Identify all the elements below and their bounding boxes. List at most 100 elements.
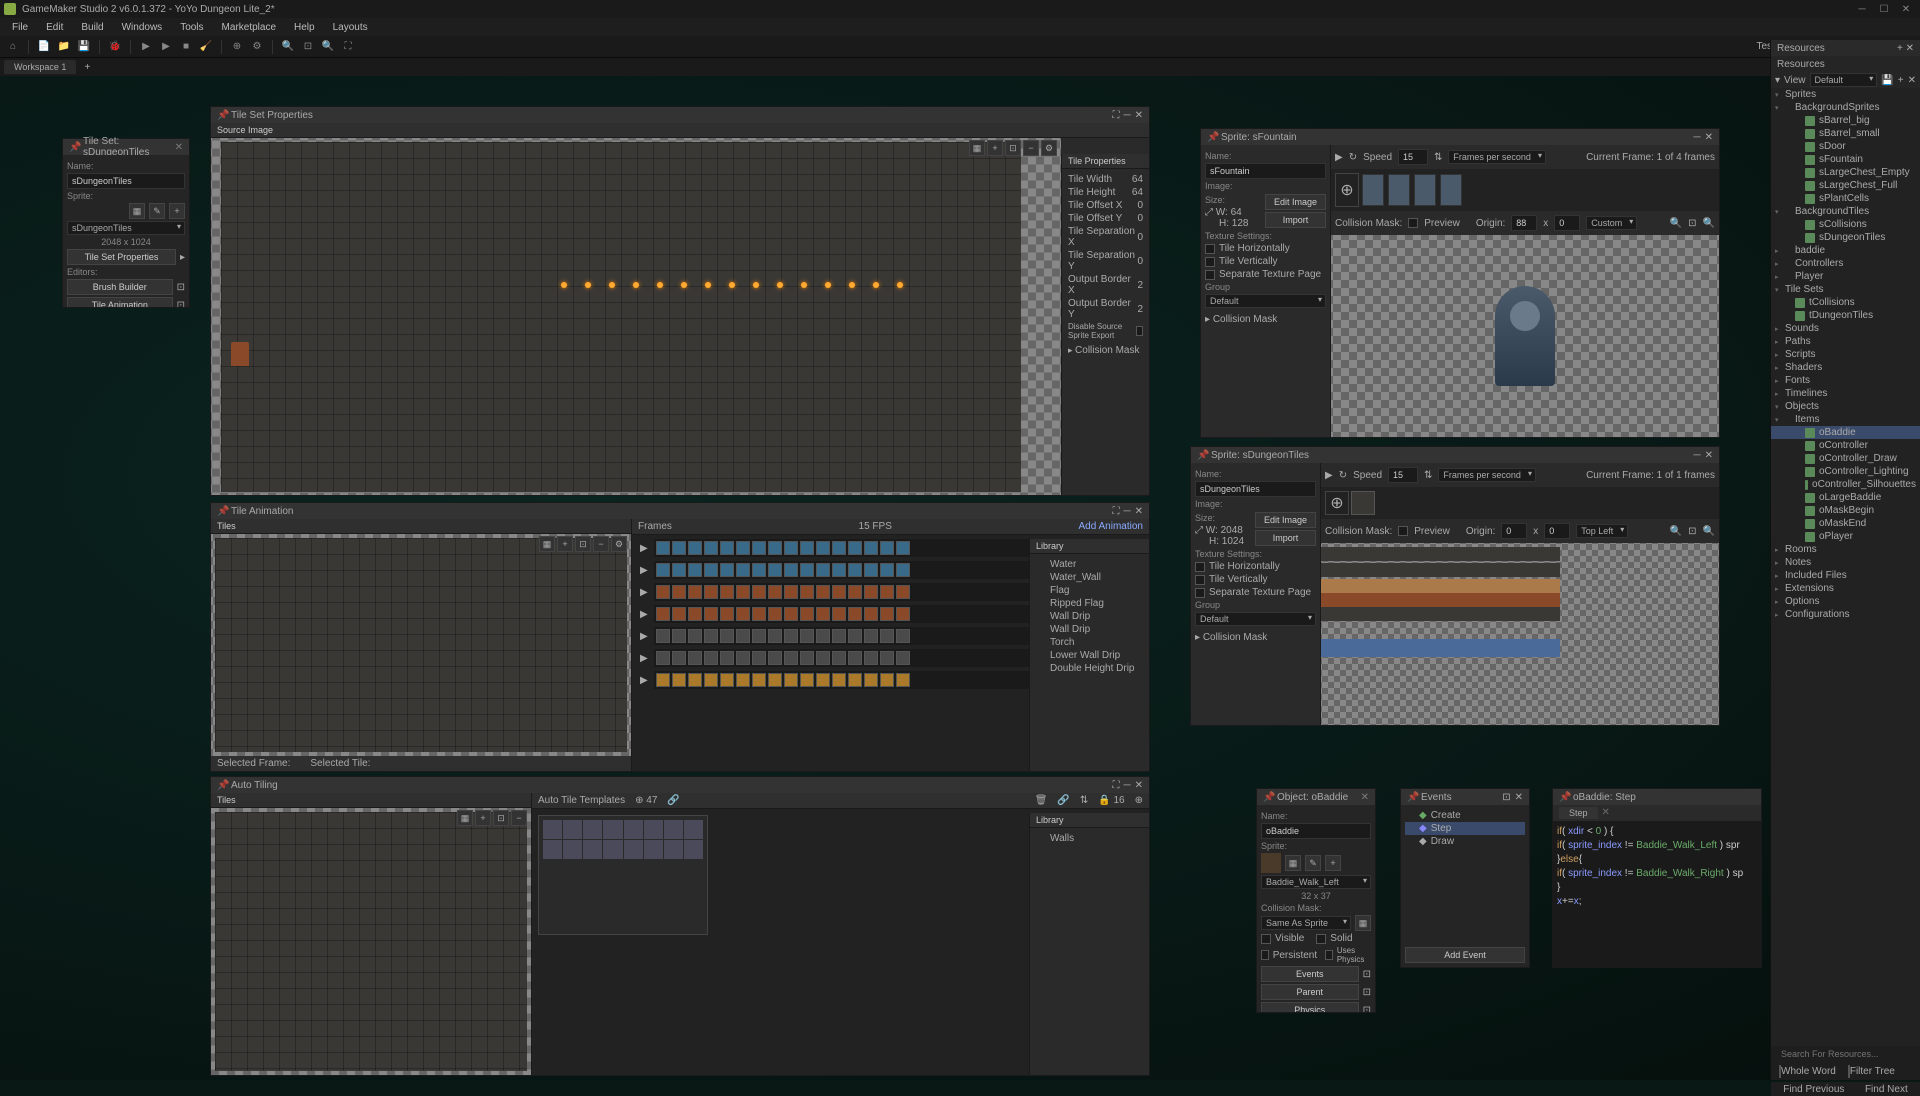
collapse-icon[interactable]: ▾ — [1775, 75, 1780, 86]
minimize-icon[interactable]: ─ — [1694, 450, 1701, 461]
menu-layouts[interactable]: Layouts — [325, 20, 376, 35]
pin-icon[interactable]: 📌 — [217, 506, 227, 516]
parent-button[interactable]: Parent — [1261, 984, 1359, 1000]
delete-view-icon[interactable]: ✕ — [1908, 75, 1916, 86]
resource-player[interactable]: Player — [1771, 270, 1920, 283]
close-button[interactable]: ✕ — [1896, 2, 1916, 16]
resource-sdungeontiles[interactable]: sDungeonTiles — [1771, 231, 1920, 244]
resource-included-files[interactable]: Included Files — [1771, 569, 1920, 582]
resource-sdoor[interactable]: sDoor — [1771, 140, 1920, 153]
resource-scollisions[interactable]: sCollisions — [1771, 218, 1920, 231]
minimize-icon[interactable]: ─ — [1124, 506, 1131, 517]
resource-slargechest_full[interactable]: sLargeChest_Full — [1771, 179, 1920, 192]
options-icon[interactable]: ⚙ — [611, 536, 627, 552]
speed-unit-dropdown[interactable]: Frames per second — [1438, 468, 1536, 482]
add-frame-icon[interactable]: ⊕ — [1335, 173, 1359, 207]
debug-play-icon[interactable]: ▶ — [157, 38, 175, 56]
options-icon[interactable]: ⚙ — [1041, 140, 1057, 156]
resource-backgroundtiles[interactable]: BackgroundTiles — [1771, 205, 1920, 218]
add-animation-button[interactable]: Add Animation — [1078, 521, 1143, 532]
link-icon[interactable]: ⊡ — [1363, 969, 1371, 980]
play-icon[interactable]: ▶ — [137, 38, 155, 56]
resource-obaddie[interactable]: oBaddie — [1771, 426, 1920, 439]
resource-sfountain[interactable]: sFountain — [1771, 153, 1920, 166]
preview-checkbox[interactable] — [1398, 526, 1408, 536]
name-input[interactable] — [1195, 481, 1316, 497]
resource-items[interactable]: Items — [1771, 413, 1920, 426]
pin-icon[interactable]: 📌 — [1263, 792, 1273, 802]
close-icon[interactable]: ✕ — [1135, 110, 1143, 121]
frame[interactable] — [1440, 174, 1462, 206]
spinner-icon[interactable]: ⇅ — [1434, 152, 1442, 163]
menu-file[interactable]: File — [4, 20, 36, 35]
expand-icon[interactable]: ⛶ — [1113, 110, 1120, 121]
link-icon[interactable]: ⊡ — [1363, 987, 1371, 998]
pin-icon[interactable]: 📌 — [1407, 792, 1417, 802]
frame[interactable] — [1414, 174, 1436, 206]
workspace[interactable]: 📌 Tile Set: sDungeonTiles ✕ Name: Sprite… — [0, 76, 1920, 1080]
sprite-select-icon[interactable]: ▦ — [129, 203, 145, 219]
prop-value[interactable]: 2 — [1137, 280, 1143, 291]
open-icon[interactable]: 📁 — [55, 38, 73, 56]
code-editor[interactable]: if( xdir < 0 ) { if( sprite_index != Bad… — [1553, 821, 1761, 967]
resource-controllers[interactable]: Controllers — [1771, 257, 1920, 270]
resource-slargechest_empty[interactable]: sLargeChest_Empty — [1771, 166, 1920, 179]
close-icon[interactable]: ✕ — [1361, 792, 1369, 803]
event-step[interactable]: ◆Step — [1405, 822, 1525, 835]
resource-tree[interactable]: SpritesBackgroundSpritessBarrel_bigsBarr… — [1771, 88, 1920, 1066]
zoom-out-icon[interactable]: − — [593, 536, 609, 552]
resource-olargebaddie[interactable]: oLargeBaddie — [1771, 491, 1920, 504]
menu-marketplace[interactable]: Marketplace — [214, 20, 284, 35]
prop-value[interactable]: 64 — [1132, 174, 1143, 185]
link2-icon[interactable]: 🔗 — [1057, 795, 1069, 806]
link-icon[interactable]: ⊡ — [177, 300, 185, 308]
workspace-tab-1[interactable]: Workspace 1 — [4, 60, 76, 74]
play-icon[interactable]: ▶ — [640, 587, 648, 598]
zoom-out-icon[interactable]: 🔍 — [1703, 526, 1715, 537]
physics-checkbox[interactable] — [1325, 950, 1333, 960]
collision-mask-section[interactable]: ▸ Collision Mask — [1068, 345, 1143, 356]
origin-x-input[interactable] — [1501, 523, 1527, 539]
new-icon[interactable]: 📄 — [35, 38, 53, 56]
edit-icon[interactable]: ✎ — [149, 203, 165, 219]
zoom-in-icon[interactable]: 🔍 — [1670, 526, 1682, 537]
spinner-icon[interactable]: ⇅ — [1424, 470, 1432, 481]
resource-ocontroller_silhouettes[interactable]: oController_Silhouettes — [1771, 478, 1920, 491]
link-icon[interactable]: ⊡ — [1502, 792, 1510, 803]
resize-icon[interactable]: ⤢ — [1205, 207, 1213, 218]
loop-icon[interactable]: ↻ — [1349, 152, 1357, 163]
tile-h-checkbox[interactable] — [1195, 562, 1205, 572]
stop-icon[interactable]: ■ — [177, 38, 195, 56]
origin-mode-dropdown[interactable]: Custom — [1586, 216, 1637, 230]
expand-icon[interactable]: ⛶ — [1113, 506, 1120, 517]
frame[interactable] — [1351, 491, 1375, 515]
play-icon[interactable]: ▶ — [640, 653, 648, 664]
save-icon[interactable]: 💾 — [75, 38, 93, 56]
close-icon[interactable]: ✕ — [1135, 506, 1143, 517]
speed-input[interactable] — [1398, 149, 1428, 165]
collision-mask-section[interactable]: ▸ Collision Mask — [1205, 314, 1326, 325]
code-tab[interactable]: Step — [1559, 807, 1598, 819]
physics-button[interactable]: Physics — [1261, 1002, 1359, 1012]
brush-builder-button[interactable]: Brush Builder — [67, 279, 173, 295]
zoom-in-icon[interactable]: 🔍 — [1670, 218, 1682, 229]
menu-edit[interactable]: Edit — [38, 20, 71, 35]
sep-page-checkbox[interactable] — [1195, 588, 1205, 598]
new-sprite-icon[interactable]: + — [1325, 855, 1341, 871]
resource-scripts[interactable]: Scripts — [1771, 348, 1920, 361]
clean-icon[interactable]: 🧹 — [197, 38, 215, 56]
disable-export-checkbox[interactable] — [1136, 326, 1143, 336]
edit-icon[interactable]: ✎ — [1305, 855, 1321, 871]
name-input[interactable] — [1205, 163, 1326, 179]
autotile-canvas[interactable]: ▦ + ⊡ − — [211, 808, 531, 1075]
minimize-icon[interactable]: ─ — [1124, 110, 1131, 121]
sprite-select-icon[interactable]: ▦ — [1285, 855, 1301, 871]
expand-icon[interactable]: ⛶ — [1113, 780, 1120, 791]
lib-item[interactable]: Flag — [1036, 584, 1143, 597]
prop-value[interactable]: 2 — [1137, 304, 1143, 315]
zoom-in-icon[interactable]: + — [987, 140, 1003, 156]
pin-icon[interactable]: 📌 — [217, 110, 227, 120]
resource-paths[interactable]: Paths — [1771, 335, 1920, 348]
menu-tools[interactable]: Tools — [172, 20, 211, 35]
maximize-button[interactable]: ☐ — [1874, 2, 1894, 16]
